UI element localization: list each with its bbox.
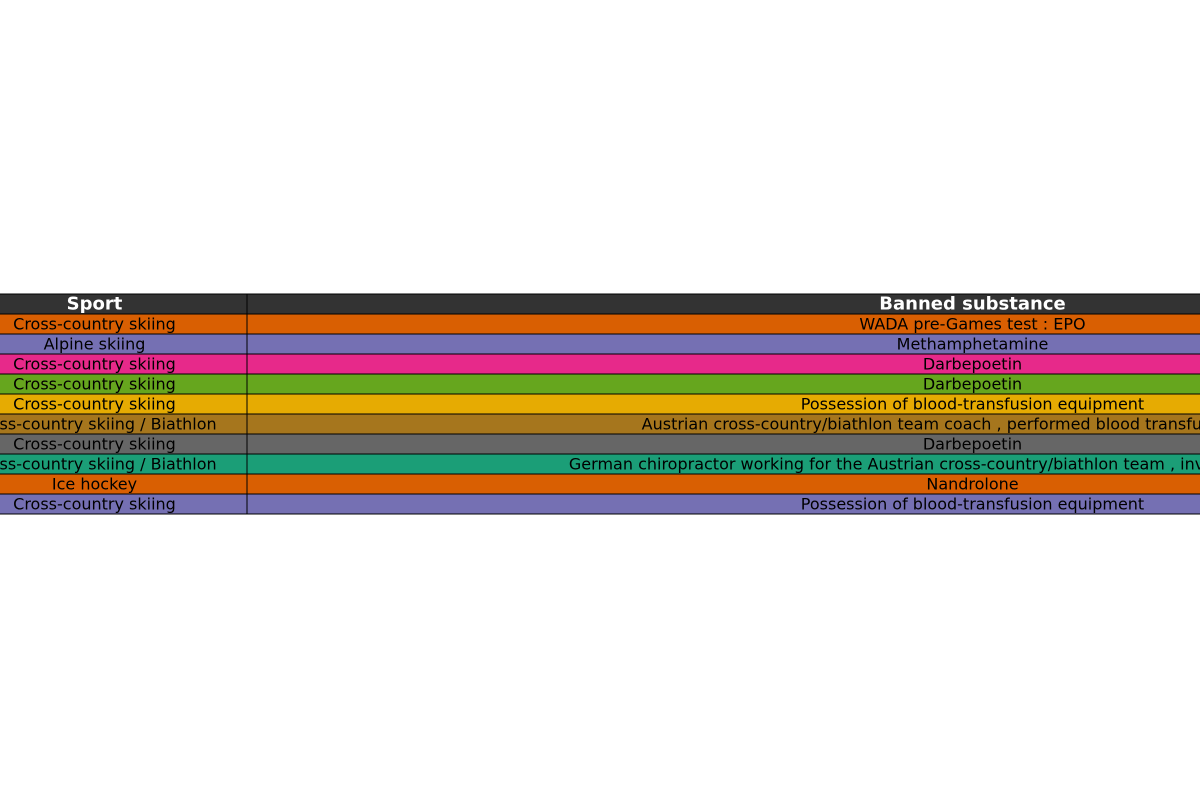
table-cell-substance-6 bbox=[246, 433, 1200, 455]
table-text-sport-9: Cross-country skiing bbox=[13, 495, 176, 514]
table-text-substance-8: Nandrolone bbox=[926, 475, 1018, 494]
table-cell-substance-8 bbox=[246, 473, 1200, 495]
table-text-substance-1: Methamphetamine bbox=[897, 335, 1049, 354]
table-cell-substance-3 bbox=[246, 373, 1200, 395]
table-text-substance-9: Possession of blood-transfusion equipmen… bbox=[801, 495, 1144, 514]
header-label-banned-substance: Banned substance bbox=[879, 294, 1065, 315]
table-cell-substance-1 bbox=[246, 333, 1200, 355]
table-text-sport-3: Cross-country skiing bbox=[13, 375, 176, 394]
table-text-substance-7: German chiropractor working for the Aust… bbox=[569, 455, 1200, 474]
table-cell-substance-2 bbox=[246, 353, 1200, 375]
table-text-sport-4: Cross-country skiing bbox=[13, 395, 176, 414]
table-text-substance-0: WADA pre-Games test : EPO bbox=[859, 315, 1085, 334]
table-text-substance-5: Austrian cross-country/biathlon team coa… bbox=[642, 415, 1200, 434]
table-text-sport-5: Cross-country skiing / Biathlon bbox=[0, 415, 217, 434]
table-text-sport-6: Cross-country skiing bbox=[13, 435, 176, 454]
table-text-sport-0: Cross-country skiing bbox=[13, 315, 176, 334]
table-text-substance-4: Possession of blood-transfusion equipmen… bbox=[801, 395, 1144, 414]
table-text-sport-1: Alpine skiing bbox=[44, 335, 146, 354]
doping-table-chart: Sport Banned substance Cross-country skiin… bbox=[0, 293, 1200, 515]
table-text-sport-8: Ice hockey bbox=[52, 475, 137, 494]
table-text-sport-7: Cross-country skiing / Biathlon bbox=[0, 455, 217, 474]
table-text-substance-3: Darbepoetin bbox=[923, 375, 1022, 394]
table-text-substance-6: Darbepoetin bbox=[923, 435, 1022, 454]
table-text-substance-2: Darbepoetin bbox=[923, 355, 1022, 374]
header-cell-sport bbox=[0, 293, 248, 315]
header-label-sport: Sport bbox=[67, 294, 123, 315]
table-text-sport-2: Cross-country skiing bbox=[13, 355, 176, 374]
